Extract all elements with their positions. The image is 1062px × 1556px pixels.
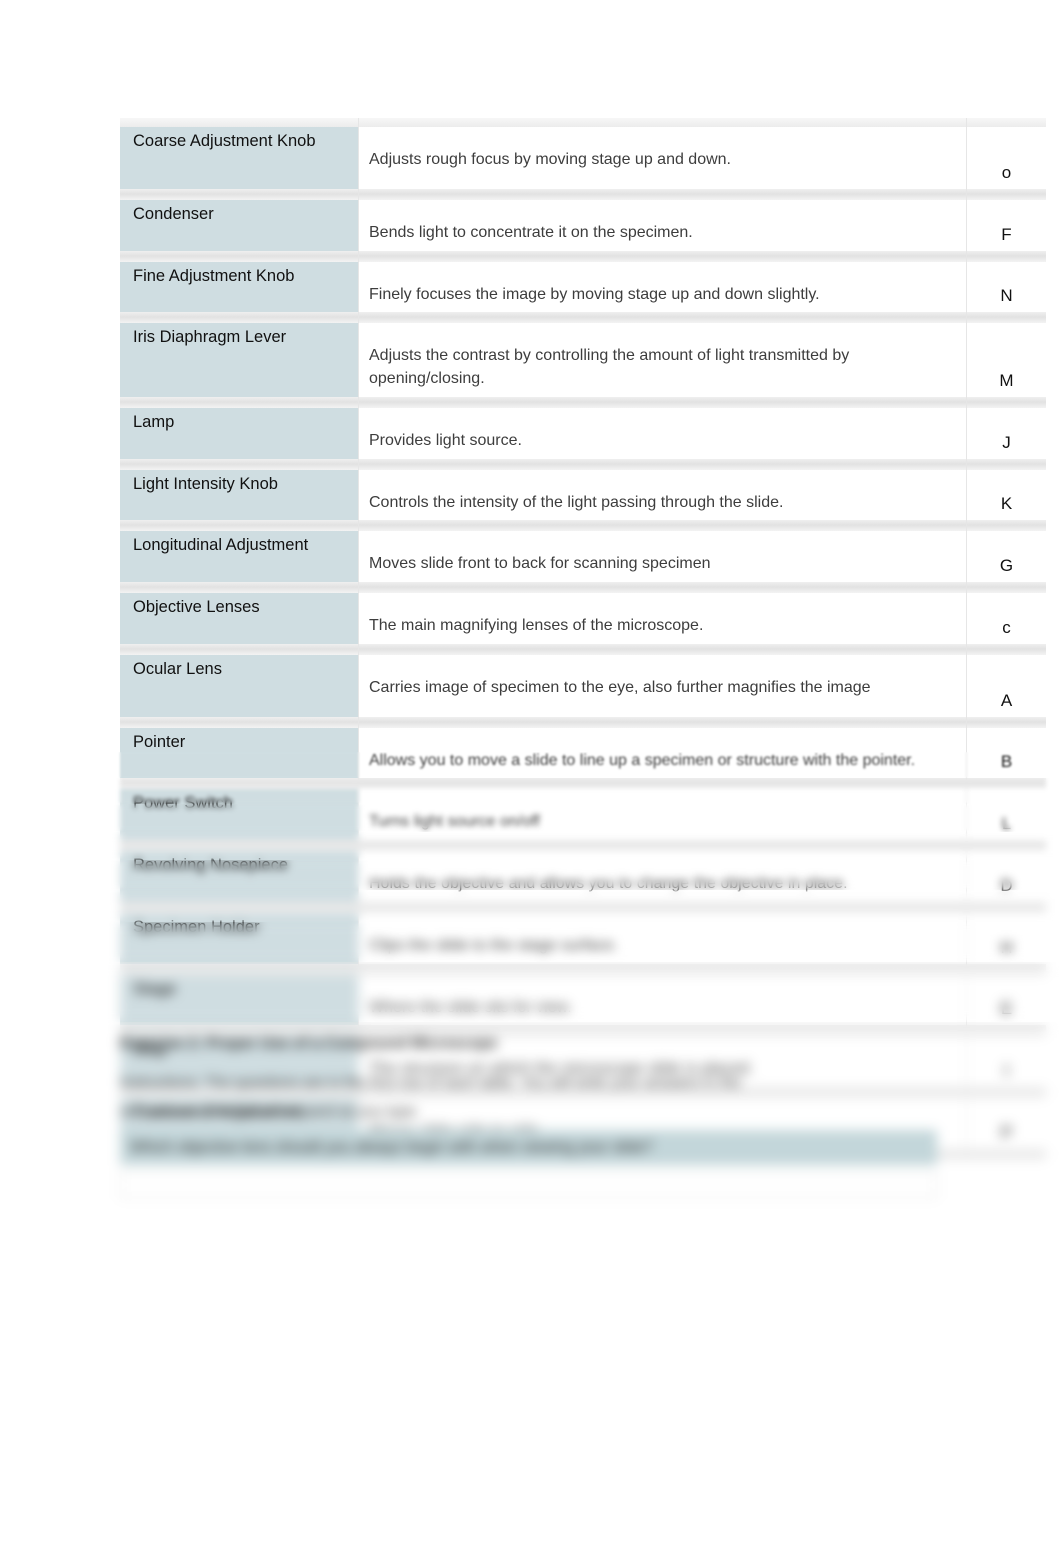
part-name-cell: Power Switch: [120, 789, 358, 841]
part-name-cell: Stage: [120, 974, 358, 1026]
part-name-cell: Pointer: [120, 727, 358, 779]
part-letter-cell: L: [966, 789, 1046, 841]
microscope-parts-table: Coarse Adjustment Knob Adjusts rough focu…: [120, 118, 1046, 1160]
part-letter-cell: D: [966, 851, 1046, 902]
row-separator: [120, 312, 1046, 324]
part-letter-cell: G: [966, 531, 1046, 583]
part-name-cell: Lamp: [120, 407, 358, 459]
part-description-cell: Finely focuses the image by moving stage…: [358, 261, 966, 313]
part-description-cell: Allows you to move a slide to line up a …: [358, 727, 966, 779]
part-name-cell: Ocular Lens: [120, 654, 358, 717]
table-row: Objective Lenses The main magnifying lens…: [120, 593, 1046, 644]
row-separator: [120, 582, 1046, 594]
table-row: Fine Adjustment Knob Finely focuses the i…: [120, 261, 1046, 313]
part-letter-cell: J: [966, 407, 1046, 459]
exercise-instructions-line-2: second row. The cell will expand as you …: [120, 1103, 420, 1121]
part-description-cell: Adjusts the contrast by controlling the …: [358, 323, 966, 397]
part-description-cell: Clips the slide to the stage surface.: [358, 912, 966, 964]
part-name-cell: Iris Diaphragm Lever: [120, 323, 358, 397]
table-row: Specimen Holder Clips the slide to the st…: [120, 912, 1046, 964]
row-separator: [120, 189, 1046, 200]
part-name-cell: Coarse Adjustment Knob: [120, 127, 358, 189]
part-name-cell: Revolving Nosepiece: [120, 851, 358, 902]
part-description-cell: The main magnifying lenses of the micros…: [358, 593, 966, 644]
exercise-section: Exercise 2: Proper Use of a Compound Mic…: [120, 1034, 960, 1199]
part-letter-cell: P: [966, 1098, 1046, 1149]
part-letter-cell: I: [966, 1036, 1046, 1088]
row-separator: [120, 901, 1046, 913]
table-row: Longitudinal Adjustment Moves slide front…: [120, 531, 1046, 583]
part-name-cell: Condenser: [120, 200, 358, 251]
part-letter-cell: N: [966, 261, 1046, 313]
row-separator: [120, 643, 1046, 655]
part-description-cell: Moves slide front to back for scanning s…: [358, 531, 966, 583]
part-name-cell: Longitudinal Adjustment: [120, 531, 358, 583]
table-row: Ocular Lens Carries image of specimen to …: [120, 654, 1046, 717]
exercise-answer-field[interactable]: [120, 1172, 937, 1199]
part-description-cell: Provides light source.: [358, 407, 966, 459]
part-description-cell: Holds the objective and allows you to ch…: [358, 851, 966, 902]
part-description-cell: Bends light to concentrate it on the spe…: [358, 200, 966, 251]
part-description-cell: Where the slide sits for view.: [358, 974, 966, 1026]
part-name-cell: Objective Lenses: [120, 593, 358, 644]
row-separator: [120, 963, 1046, 975]
table-row: Pointer Allows you to move a slide to lin…: [120, 727, 1046, 779]
part-letter-cell: F: [966, 200, 1046, 251]
part-letter-cell: o: [966, 127, 1046, 189]
part-letter-cell: E: [966, 974, 1046, 1026]
row-separator: [120, 840, 1046, 852]
table-row: Revolving Nosepiece Holds the objective a…: [120, 851, 1046, 902]
table-row: Light Intensity Knob Controls the intensi…: [120, 469, 1046, 521]
part-name-cell: Specimen Holder: [120, 912, 358, 964]
part-letter-cell: B: [966, 727, 1046, 779]
table-row: Condenser Bends light to concentrate it o…: [120, 200, 1046, 251]
part-letter-cell: c: [966, 593, 1046, 644]
table-row: Lamp Provides light source. J: [120, 407, 1046, 459]
row-separator: [120, 520, 1046, 532]
table-row: Iris Diaphragm Lever Adjusts the contrast…: [120, 323, 1046, 397]
part-letter-cell: K: [966, 469, 1046, 521]
part-description-cell: Carries image of specimen to the eye, al…: [358, 654, 966, 717]
row-separator: [120, 396, 1046, 408]
part-letter-cell: H: [966, 912, 1046, 964]
part-description-cell: Controls the intensity of the light pass…: [358, 469, 966, 521]
part-description-cell: Adjusts rough focus by moving stage up a…: [358, 127, 966, 189]
part-name-cell: Light Intensity Knob: [120, 469, 358, 521]
row-separator: [120, 458, 1046, 470]
row-separator: [120, 250, 1046, 262]
part-letter-cell: A: [966, 654, 1046, 717]
exercise-instructions-line-1: Instructions: The questions are in the f…: [120, 1074, 741, 1092]
table-row: Stage Where the slide sits for view. E: [120, 974, 1046, 1026]
document-page: Coarse Adjustment Knob Adjusts rough focu…: [0, 0, 1062, 1556]
exercise-question: Which objective lens should you always b…: [120, 1129, 937, 1166]
part-letter-cell: M: [966, 323, 1046, 397]
row-separator: [120, 118, 1046, 127]
part-description-cell: Turns light source on/off: [358, 789, 966, 841]
row-separator: [120, 778, 1046, 790]
table-row: Coarse Adjustment Knob Adjusts rough focu…: [120, 127, 1046, 189]
table-row: Power Switch Turns light source on/off L: [120, 789, 1046, 841]
exercise-heading: Exercise 2: Proper Use of a Compound Mic…: [120, 1035, 498, 1052]
row-separator: [120, 716, 1046, 728]
part-name-cell: Fine Adjustment Knob: [120, 261, 358, 313]
